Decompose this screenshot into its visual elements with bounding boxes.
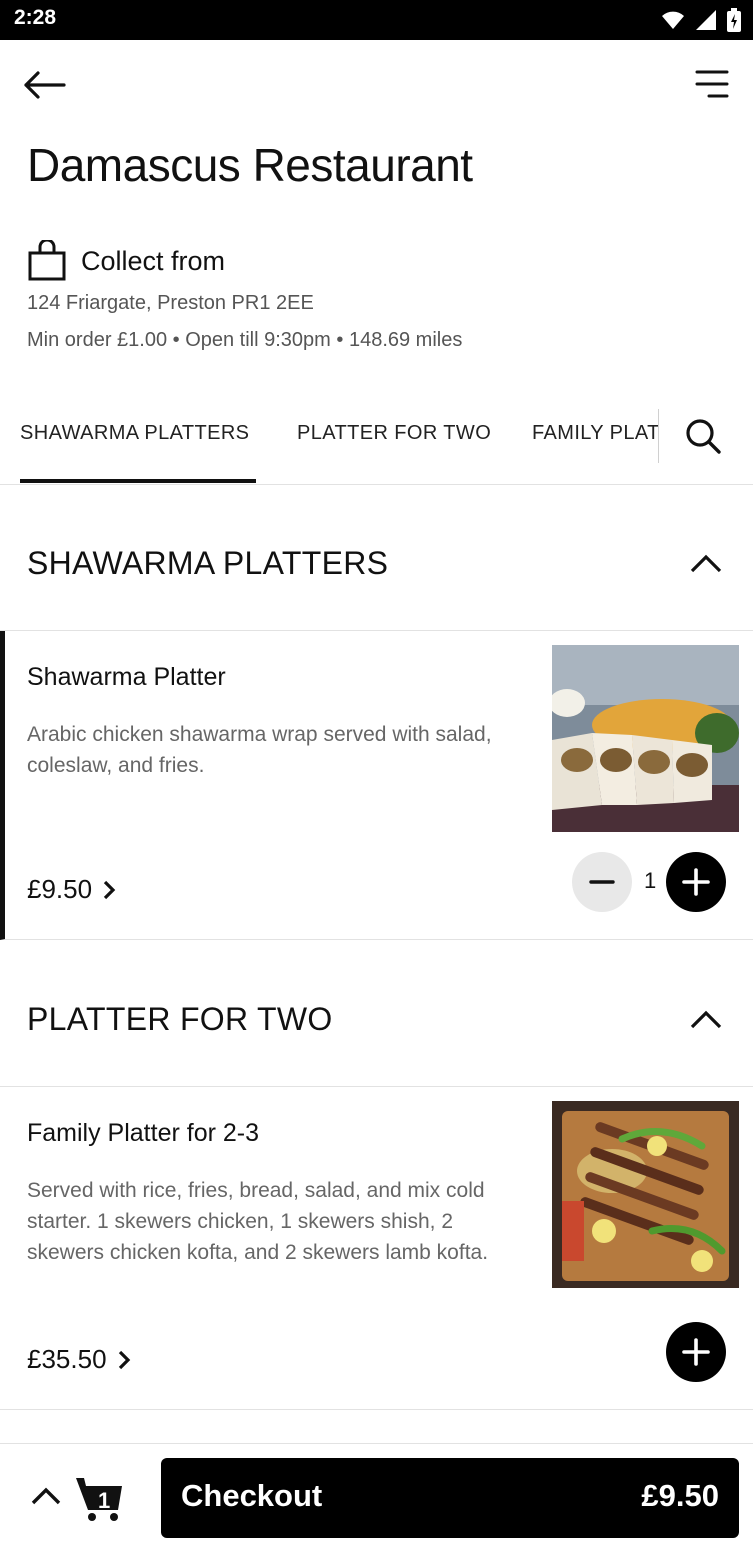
checkout-button[interactable]: Checkout £9.50 [161,1458,739,1538]
checkout-bar: 1 Checkout £9.50 [0,1443,753,1543]
wifi-icon [662,11,684,29]
plus-icon [682,868,710,896]
add-item-button[interactable] [666,1322,726,1382]
item-image [552,645,739,832]
increase-quantity-button[interactable] [666,852,726,912]
status-icons [661,8,741,32]
shopping-bag-icon [28,240,66,281]
chevron-up-icon [31,1487,61,1505]
tab-platter-for-two[interactable]: PLATTER FOR TWO [297,422,491,445]
arrow-left-icon [24,71,66,99]
item-price: £9.50 [27,874,93,904]
collect-label: Collect from [81,245,226,276]
shawarma-platter-photo [552,645,739,832]
tabs-divider [658,409,659,463]
chevron-right-icon [103,880,116,899]
battery-icon [727,8,741,32]
menu-item-card[interactable]: Shawarma Platter Arabic chicken shawarma… [0,631,753,940]
status-bar: 2:28 [0,0,753,40]
item-price-link[interactable]: £35.50 [27,1344,131,1375]
item-price: £35.50 [27,1344,107,1374]
restaurant-title: Damascus Restaurant [27,139,473,191]
restaurant-address: 124 Friargate, Preston PR1 2EE [27,292,314,314]
menu-button[interactable] [693,68,735,104]
search-icon [686,419,721,454]
item-name: Family Platter for 2-3 [27,1119,260,1147]
section-header-shawarma-platters[interactable]: SHAWARMA PLATTERS [0,485,753,631]
tab-family-platters[interactable]: FAMILY PLATTERS [532,422,659,445]
family-platter-photo [552,1101,739,1288]
decrease-quantity-button[interactable] [572,852,632,912]
item-description: Served with rice, fries, bread, salad, a… [27,1179,489,1264]
section-header-platter-for-two[interactable]: PLATTER FOR TWO [0,941,753,1087]
checkout-label: Checkout [181,1478,323,1513]
minus-icon [589,880,615,884]
restaurant-meta: Min order £1.00 • Open till 9:30pm • 148… [27,329,463,351]
status-time: 2:28 [14,6,57,29]
top-bar [0,40,753,132]
search-button[interactable] [683,416,723,456]
chevron-right-icon [118,1350,130,1369]
signal-icon [696,10,716,30]
back-button[interactable] [22,70,72,104]
item-description: Arabic chicken shawarma wrap served with… [27,723,492,777]
checkout-total: £9.50 [641,1478,719,1513]
plus-icon [682,1338,710,1366]
collect-row: Collect from [27,240,225,282]
menu-item-card[interactable]: Family Platter for 2-3 Served with rice,… [0,1087,753,1410]
section-title: PLATTER FOR TWO [27,1001,333,1037]
section-title: SHAWARMA PLATTERS [27,545,389,581]
chevron-up-icon [690,554,722,573]
tabs-scroll[interactable]: SHAWARMA PLATTERS PLATTER FOR TWO FAMILY… [0,384,659,484]
expand-cart-button[interactable] [30,1484,62,1506]
tab-shawarma-platters[interactable]: SHAWARMA PLATTERS [20,422,249,445]
active-tab-indicator [20,479,256,483]
item-price-link[interactable]: £9.50 [27,874,116,905]
hamburger-icon [695,70,729,98]
category-tabs: SHAWARMA PLATTERS PLATTER FOR TWO FAMILY… [0,384,753,485]
item-name: Shawarma Platter [27,663,226,691]
cart-button[interactable]: 1 [74,1472,126,1522]
chevron-up-icon [690,1010,722,1029]
cart-count-badge: 1 [98,1488,111,1513]
quantity-value: 1 [644,868,657,893]
item-image [552,1101,739,1288]
